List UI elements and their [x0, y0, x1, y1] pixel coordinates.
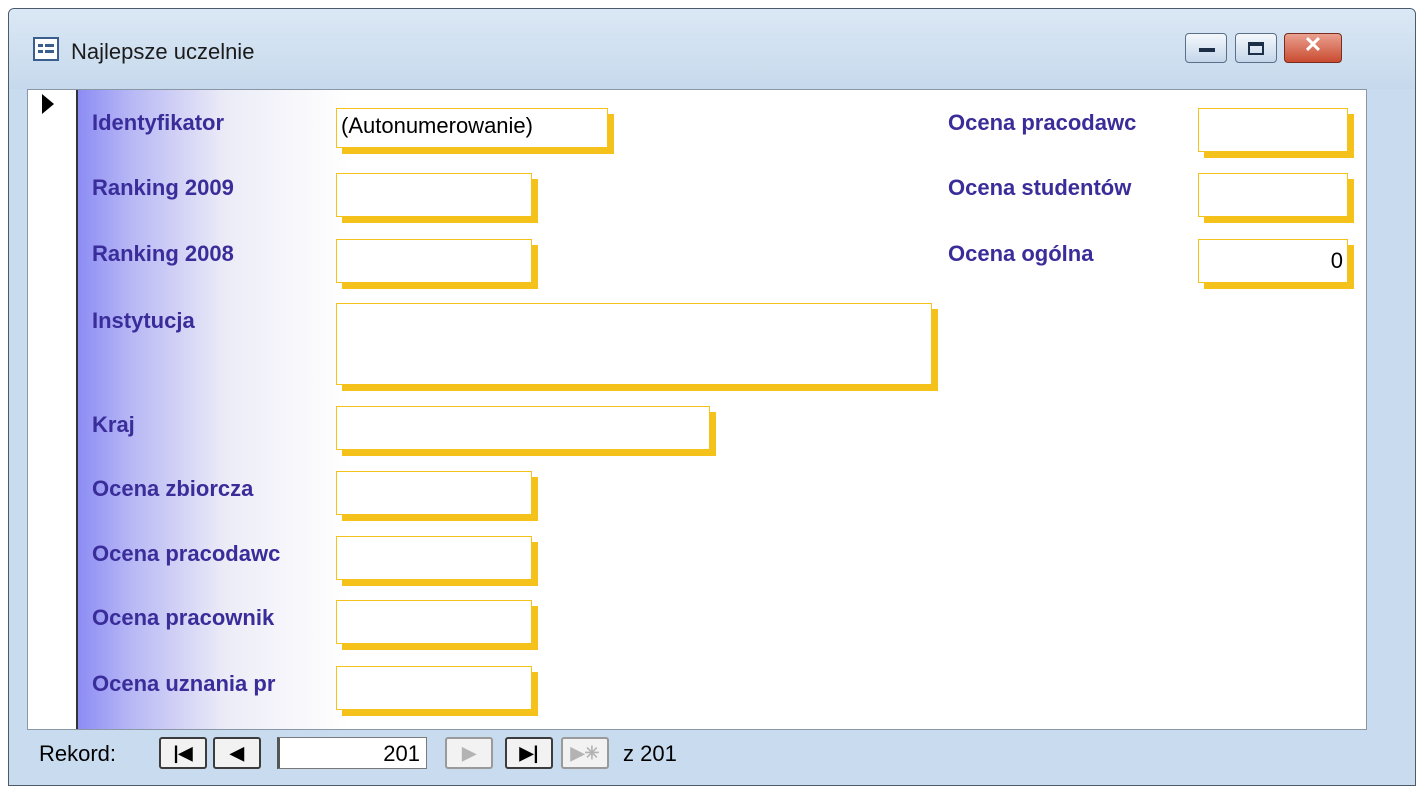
label-kraj: Kraj: [92, 412, 135, 437]
close-button[interactable]: ✕: [1284, 32, 1342, 63]
last-record-button[interactable]: ▶|: [505, 737, 553, 769]
window-title: Najlepsze uczelnie: [71, 39, 255, 64]
field-ocena-ogolna[interactable]: 0: [1198, 239, 1348, 283]
label-ocena-pracownikow: Ocena pracownik: [92, 605, 275, 630]
label-instytucja: Instytucja: [92, 308, 195, 333]
label-ocena-uznania: Ocena uznania pr: [92, 671, 276, 696]
new-record-button[interactable]: ▶✳: [561, 737, 609, 769]
previous-record-button[interactable]: ◀: [213, 737, 261, 769]
label-ocena-ogolna: Ocena ogólna: [948, 241, 1094, 266]
label-ranking-2009: Ranking 2009: [92, 175, 234, 200]
title-bar[interactable]: Najlepsze uczelnie ✕: [9, 9, 1415, 89]
record-selector-arrow-icon: [42, 94, 54, 114]
label-ranking-2008: Ranking 2008: [92, 241, 234, 266]
label-ocena-pracodawcow-right: Ocena pracodawc: [948, 110, 1137, 135]
field-ranking-2009[interactable]: [336, 173, 532, 217]
field-ocena-pracownikow[interactable]: [336, 600, 532, 644]
record-label: Rekord:: [39, 741, 117, 766]
form-icon: [33, 37, 59, 61]
field-ocena-zbiorcza[interactable]: [336, 471, 532, 515]
field-ocena-pracodawcow-left[interactable]: [336, 536, 532, 580]
field-ocena-studentow[interactable]: [1198, 173, 1348, 217]
field-ranking-2008[interactable]: [336, 239, 532, 283]
record-selector[interactable]: [28, 90, 78, 729]
record-navigation-bar: Rekord: |◀ ◀ 201 ▶ ▶| ▶✳ z 201: [27, 731, 1367, 777]
first-record-button[interactable]: |◀: [159, 737, 207, 769]
form-detail-area: Identyfikator (Autonumerowanie) Ranking …: [27, 89, 1367, 730]
form-window: Najlepsze uczelnie ✕ Identyfikator (Auto…: [8, 8, 1416, 786]
next-record-button[interactable]: ▶: [445, 737, 493, 769]
minimize-button[interactable]: [1185, 33, 1227, 63]
label-identyfikator: Identyfikator: [92, 110, 225, 135]
close-icon: ✕: [1303, 32, 1323, 57]
label-ocena-pracodawcow-left: Ocena pracodawc: [92, 541, 281, 566]
record-count-label: z 201: [623, 741, 677, 766]
field-instytucja[interactable]: [336, 303, 932, 385]
maximize-icon: [1248, 42, 1264, 55]
current-record-input[interactable]: 201: [277, 737, 427, 769]
label-ocena-studentow: Ocena studentów: [948, 175, 1132, 200]
field-ocena-pracodawcow-right[interactable]: [1198, 108, 1348, 152]
label-ocena-zbiorcza: Ocena zbiorcza: [92, 476, 254, 501]
maximize-button[interactable]: [1235, 33, 1277, 63]
minimize-icon: [1199, 48, 1215, 52]
field-ocena-uznania[interactable]: [336, 666, 532, 710]
field-identyfikator[interactable]: (Autonumerowanie): [336, 108, 608, 148]
field-kraj[interactable]: [336, 406, 710, 450]
